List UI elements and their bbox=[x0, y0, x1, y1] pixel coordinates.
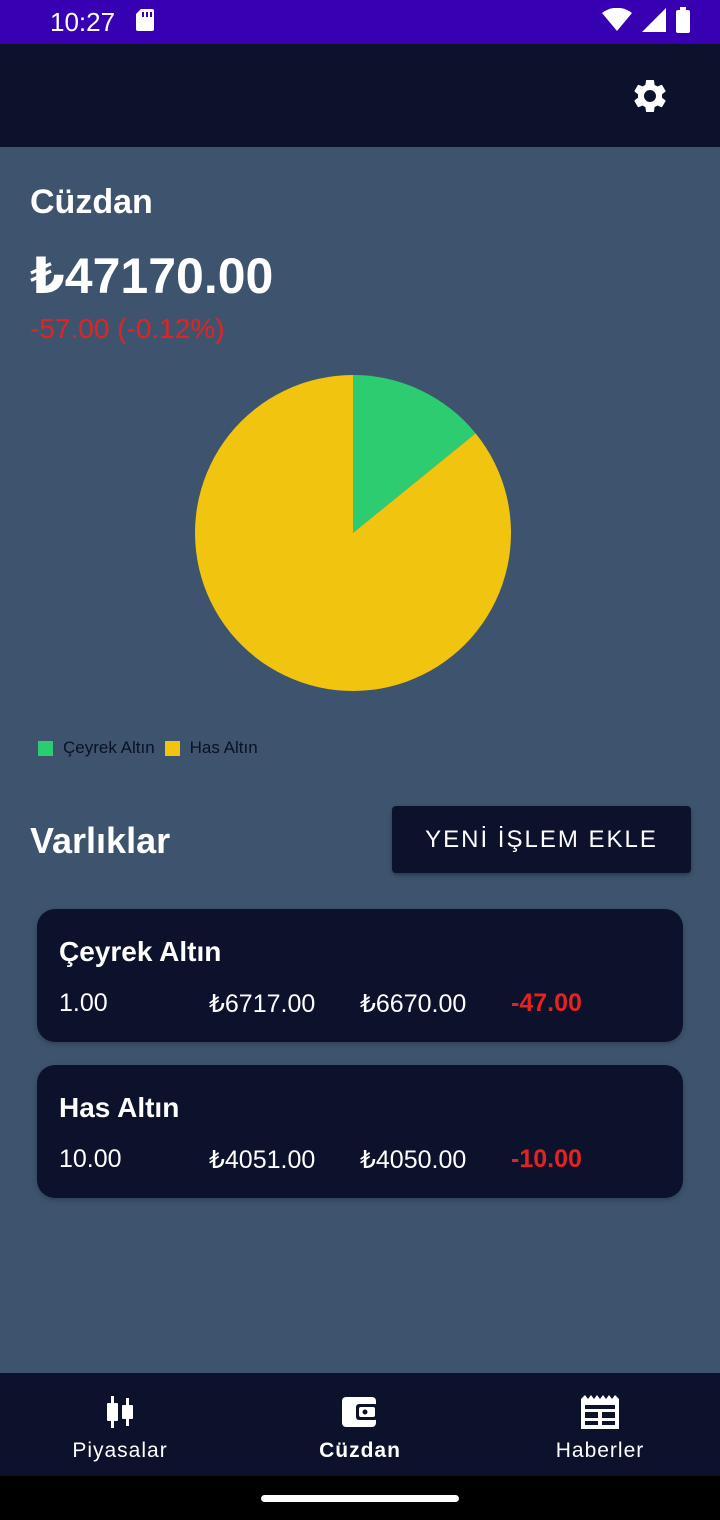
gear-icon bbox=[634, 79, 666, 112]
asset-profit-loss: -47.00 bbox=[511, 989, 582, 1017]
add-transaction-button[interactable]: YENİ İŞLEM EKLE bbox=[392, 806, 691, 873]
signal-icon bbox=[642, 7, 666, 37]
nav-item-haberler[interactable]: Haberler bbox=[480, 1373, 720, 1476]
wallet-change: -57.00 (-0.12%) bbox=[30, 313, 225, 344]
asset-card[interactable]: Çeyrek Altın 1.00 ₺6717.00 ₺6670.00 -47.… bbox=[37, 909, 683, 1042]
nav-label: Piyasalar bbox=[72, 1439, 168, 1462]
portfolio-pie-chart bbox=[195, 375, 512, 691]
asset-buy-price: ₺4051.00 bbox=[209, 1146, 316, 1174]
settings-button[interactable] bbox=[630, 76, 670, 116]
asset-current-price: ₺4050.00 bbox=[360, 1146, 467, 1174]
asset-quantity: 10.00 bbox=[59, 1145, 122, 1173]
nav-label: Cüzdan bbox=[319, 1439, 401, 1462]
system-navigation-bar bbox=[0, 1476, 720, 1520]
wallet-icon bbox=[340, 1393, 380, 1431]
asset-name: Çeyrek Altın bbox=[59, 936, 222, 967]
legend-item: Has Altın bbox=[164, 738, 258, 758]
asset-quantity: 1.00 bbox=[59, 989, 108, 1017]
nav-label: Haberler bbox=[555, 1439, 645, 1462]
nav-item-piyasalar[interactable]: Piyasalar bbox=[0, 1373, 240, 1476]
status-bar: 10:27 bbox=[0, 0, 720, 44]
sd-card-icon bbox=[135, 8, 155, 37]
wallet-total-value: ₺47170.00 bbox=[30, 248, 274, 304]
bottom-navigation: Piyasalar Cüzdan Haberler bbox=[0, 1373, 720, 1476]
asset-current-price: ₺6670.00 bbox=[360, 990, 467, 1018]
legend-swatch bbox=[38, 740, 53, 756]
nav-item-cuzdan[interactable]: Cüzdan bbox=[240, 1373, 480, 1476]
app-bar bbox=[0, 44, 720, 147]
asset-buy-price: ₺6717.00 bbox=[209, 990, 316, 1018]
candlestick-icon bbox=[100, 1393, 140, 1431]
legend-swatch bbox=[164, 740, 180, 756]
battery-icon bbox=[676, 6, 690, 38]
asset-card[interactable]: Has Altın 10.00 ₺4051.00 ₺4050.00 -10.00 bbox=[37, 1065, 683, 1198]
legend-label: Has Altın bbox=[189, 738, 258, 757]
wifi-icon bbox=[602, 7, 632, 37]
newspaper-icon bbox=[580, 1393, 620, 1431]
assets-title: Varlıklar bbox=[30, 820, 171, 861]
chart-legend: Çeyrek Altın Has Altın bbox=[38, 738, 268, 758]
legend-item: Çeyrek Altın bbox=[38, 738, 155, 758]
status-indicators bbox=[602, 6, 690, 38]
gesture-handle[interactable] bbox=[261, 1495, 459, 1502]
legend-label: Çeyrek Altın bbox=[63, 738, 155, 757]
wallet-title: Cüzdan bbox=[30, 183, 153, 221]
asset-name: Has Altın bbox=[59, 1092, 180, 1123]
status-time: 10:27 bbox=[50, 6, 116, 37]
asset-profit-loss: -10.00 bbox=[511, 1145, 582, 1173]
